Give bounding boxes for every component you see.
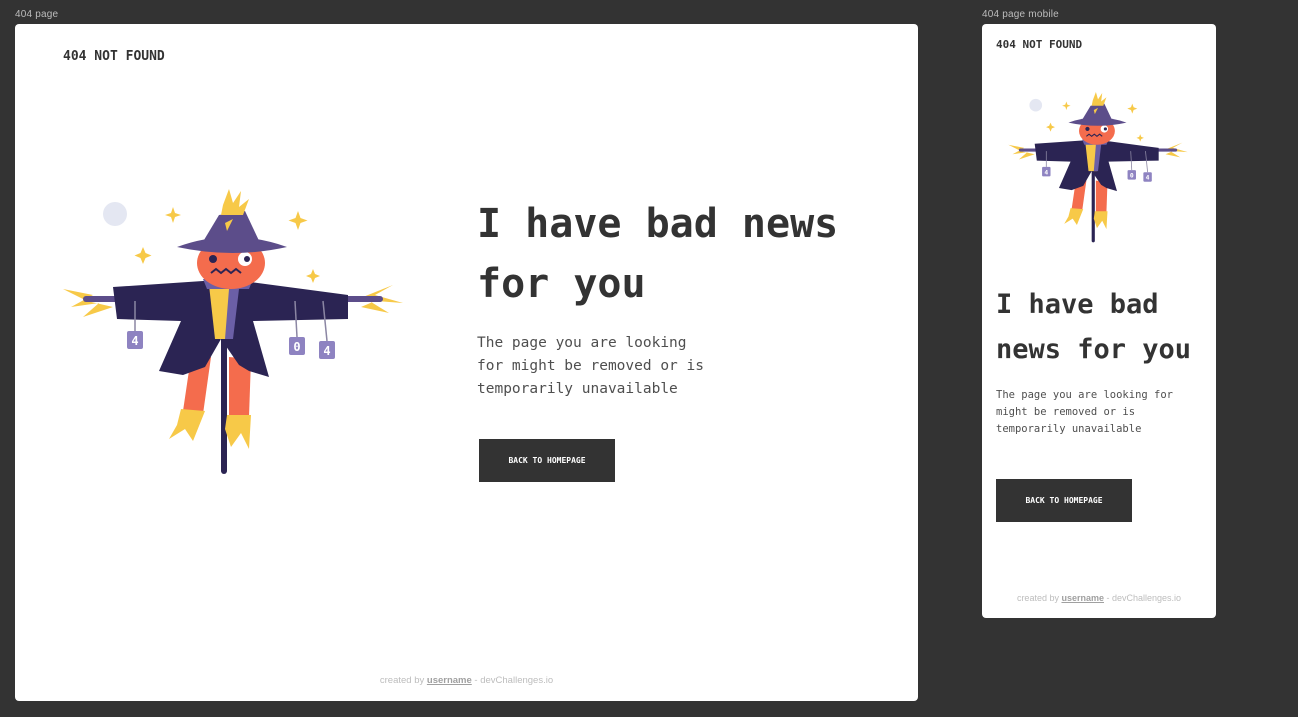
scarecrow-illustration [1008, 92, 1188, 245]
back-to-homepage-button[interactable]: BACK TO HOMEPAGE [479, 439, 615, 482]
logo[interactable]: 404 NOT FOUND [63, 49, 165, 64]
back-to-homepage-button[interactable]: BACK TO HOMEPAGE [996, 479, 1132, 522]
footer-suffix: - devChallenges.io [471, 675, 554, 686]
footer-credit: created by username - devChallenges.io [982, 593, 1216, 603]
desktop-frame: 404 NOT FOUND I have bad news for you Th… [15, 24, 918, 701]
description: The page you are looking for might be re… [996, 387, 1173, 438]
description-line3: temporarily unavailable [996, 423, 1142, 435]
footer-username-link[interactable]: username [427, 675, 472, 686]
desktop-frame-label: 404 page [15, 9, 59, 20]
description-line2: might be removed or is [996, 406, 1136, 418]
footer-prefix: created by [1016, 593, 1062, 603]
description-line1: The page you are looking [477, 335, 687, 351]
page-title-line1: I have bad [996, 289, 1159, 320]
description-line1: The page you are looking for [996, 389, 1174, 401]
description-line2: for might be removed or is [477, 358, 704, 374]
footer-suffix: - devChallenges.io [1104, 593, 1182, 603]
page-title: I have bad news for you [996, 282, 1191, 372]
page-title-line2: for you [477, 261, 646, 307]
footer-prefix: created by [379, 675, 427, 686]
mobile-frame: 404 NOT FOUND I have bad news for you Th… [982, 24, 1216, 618]
description-line3: temporarily unavailable [477, 381, 678, 397]
page-title-line1: I have bad news [477, 201, 839, 247]
description: The page you are looking for might be re… [477, 332, 704, 401]
page-title-line2: news for you [996, 334, 1192, 365]
footer-username-link[interactable]: username [1061, 593, 1104, 603]
footer-credit: created by username - devChallenges.io [15, 675, 918, 686]
mobile-frame-label: 404 page mobile [982, 9, 1059, 20]
scarecrow-illustration [63, 189, 403, 479]
logo[interactable]: 404 NOT FOUND [996, 38, 1082, 51]
page-title: I have bad news for you [477, 194, 838, 314]
